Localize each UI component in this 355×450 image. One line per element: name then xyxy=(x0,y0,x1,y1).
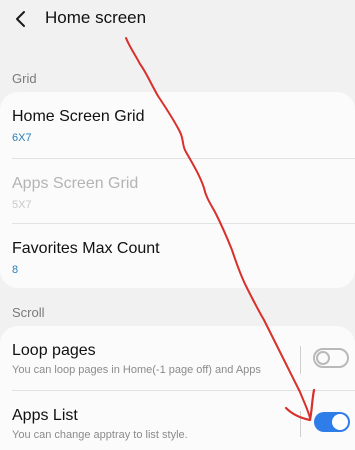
grid-settings-card: Home Screen Grid 6X7 Apps Screen Grid 5X… xyxy=(0,92,355,288)
app-header: Home screen xyxy=(0,0,355,44)
section-header-scroll: Scroll xyxy=(12,305,45,320)
loop-pages-toggle[interactable] xyxy=(313,348,349,368)
setting-row-home-screen-grid[interactable]: Home Screen Grid 6X7 xyxy=(0,92,355,158)
setting-title: Loop pages xyxy=(12,342,96,359)
setting-row-apps-list[interactable]: Apps List You can change apptray to list… xyxy=(0,391,355,450)
setting-title: Favorites Max Count xyxy=(12,240,160,257)
back-button[interactable] xyxy=(10,8,32,30)
page-title: Home screen xyxy=(45,8,147,27)
setting-row-apps-screen-grid: Apps Screen Grid 5X7 xyxy=(0,159,355,223)
apps-list-toggle[interactable] xyxy=(314,412,350,432)
toggle-knob xyxy=(332,414,348,430)
scroll-settings-card: Loop pages You can loop pages in Home(-1… xyxy=(0,326,355,450)
setting-title: Apps Screen Grid xyxy=(12,175,139,192)
setting-title: Home Screen Grid xyxy=(12,108,145,125)
setting-row-favorites-max-count[interactable]: Favorites Max Count 8 xyxy=(0,224,355,288)
setting-description: You can loop pages in Home(-1 page off) … xyxy=(12,364,261,376)
setting-value: 8 xyxy=(12,264,19,276)
separator xyxy=(300,411,301,437)
setting-value: 5X7 xyxy=(12,199,32,211)
toggle-knob xyxy=(316,351,330,365)
setting-description: You can change apptray to list style. xyxy=(12,429,188,441)
setting-title: Apps List xyxy=(12,407,78,424)
chevron-left-icon xyxy=(16,11,25,27)
setting-row-loop-pages[interactable]: Loop pages You can loop pages in Home(-1… xyxy=(0,326,355,390)
setting-value: 6X7 xyxy=(12,132,32,144)
section-header-grid: Grid xyxy=(12,71,37,86)
separator xyxy=(300,346,301,374)
